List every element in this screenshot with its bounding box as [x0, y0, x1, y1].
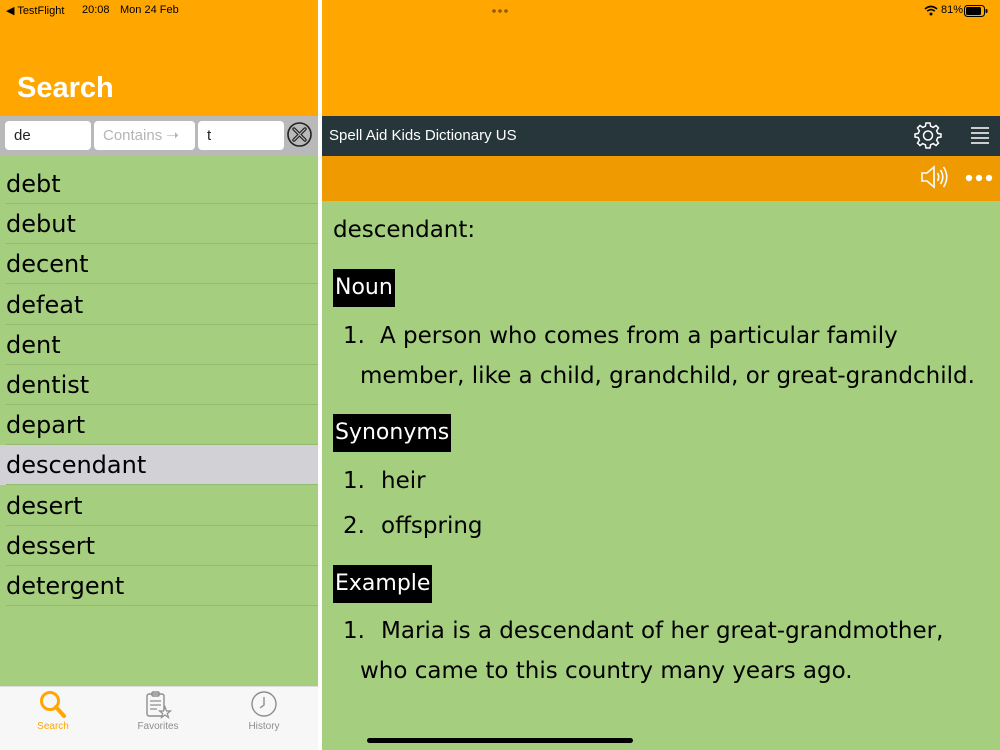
- wifi-icon: [924, 5, 938, 16]
- synonym-1[interactable]: heir: [381, 468, 426, 494]
- word-list-item-label: dent: [6, 330, 61, 359]
- tab-favorites-label: Favorites: [137, 721, 179, 732]
- search-title: Search: [17, 72, 114, 104]
- speaker-icon: [921, 165, 948, 189]
- word-list-item-label: depart: [6, 411, 86, 440]
- clear-search-button[interactable]: [286, 121, 313, 148]
- clear-circle-x-icon: [287, 122, 312, 147]
- synonym-2-number: 2.: [343, 513, 365, 539]
- more-dots-icon: [965, 174, 993, 182]
- definition-content: descendant: Noun 1. A person who comes f…: [322, 201, 1000, 750]
- word-list-item[interactable]: decent: [0, 244, 318, 285]
- battery-icon: [964, 5, 988, 17]
- magnifier-icon: [40, 691, 66, 718]
- word-list-item-label: decent: [6, 250, 89, 279]
- search-header: ◀ TestFlight 20:08 Mon 24 Feb Search: [0, 0, 318, 116]
- word-list-item-label: detergent: [6, 572, 125, 600]
- clock-icon: [251, 691, 277, 717]
- word-list-item-label: descendant: [6, 451, 147, 480]
- word-list: debt debut decent defeat dent dentist depart de…: [0, 155, 318, 686]
- more-options-button[interactable]: [965, 172, 993, 184]
- tab-favorites[interactable]: Favorites: [113, 687, 203, 750]
- app-nav-bar: Spell Aid Kids Dictionary US: [322, 116, 1000, 156]
- word-list-item[interactable]: descendant: [0, 445, 318, 486]
- clipboard-star-icon: [146, 691, 172, 720]
- status-time: 20:08: [82, 4, 110, 16]
- pronounce-button[interactable]: [920, 162, 948, 192]
- home-indicator: [367, 738, 633, 743]
- multitasking-dots-icon[interactable]: [490, 0, 510, 20]
- status-date: Mon 24 Feb: [120, 4, 179, 16]
- tab-search-label: Search: [37, 721, 69, 732]
- battery-percent: 81%: [941, 4, 964, 16]
- synonym-2[interactable]: offspring: [381, 513, 483, 539]
- word-list-item[interactable]: desert: [0, 486, 318, 526]
- word-list-item[interactable]: detergent: [0, 566, 318, 606]
- definition-header: 81%: [322, 0, 1000, 116]
- example-line2: who came to this country many years ago.: [360, 658, 853, 684]
- back-to-testflight[interactable]: ◀ TestFlight: [6, 4, 64, 17]
- definition-pane: 81% Spell Aid Kids Dictionary US descend…: [322, 0, 1000, 750]
- word-list-item[interactable]: defeat: [0, 285, 318, 325]
- match-mode-select[interactable]: Contains ➝: [94, 121, 195, 150]
- word-list-item[interactable]: dent: [0, 325, 318, 365]
- example-number: 1.: [343, 618, 365, 644]
- noun-def-number: 1.: [343, 323, 365, 349]
- headword: descendant:: [333, 217, 476, 243]
- prefix-input[interactable]: de: [5, 121, 91, 150]
- word-list-item-label: dessert: [6, 531, 96, 560]
- example-line1: Maria is a descendant of her great-grand…: [381, 618, 944, 644]
- word-list-item-label: debut: [6, 210, 76, 239]
- tab-history-label: History: [248, 721, 280, 732]
- gear-icon: [914, 122, 942, 149]
- tab-bar: Search Favorites History: [0, 686, 318, 750]
- word-list-item-label: debt: [6, 170, 61, 198]
- word-list-item-label: dentist: [6, 371, 90, 399]
- synonym-1-number: 1.: [343, 468, 365, 494]
- noun-definition-line1: A person who comes from a particular fam…: [380, 323, 898, 349]
- suffix-input[interactable]: t: [198, 121, 284, 150]
- tab-history[interactable]: History: [219, 687, 309, 750]
- search-pane: ◀ TestFlight 20:08 Mon 24 Feb Search de …: [0, 0, 318, 750]
- menu-button[interactable]: [970, 126, 990, 144]
- word-list-item[interactable]: dessert: [0, 526, 318, 566]
- app-title: Spell Aid Kids Dictionary US: [329, 127, 517, 144]
- noun-definition-line2: member, like a child, grandchild, or gre…: [360, 363, 975, 389]
- word-list-item[interactable]: debut: [0, 204, 318, 245]
- word-action-bar: [322, 156, 1000, 201]
- row-separator: [6, 605, 318, 606]
- hamburger-menu-icon: [971, 127, 989, 144]
- settings-button[interactable]: [914, 121, 942, 149]
- synonyms-label: Synonyms: [333, 414, 452, 452]
- word-list-item[interactable]: dentist: [0, 365, 318, 405]
- word-list-item[interactable]: debt: [0, 164, 318, 204]
- noun-label: Noun: [333, 269, 395, 307]
- example-label: Example: [333, 565, 433, 603]
- word-list-item-label: desert: [6, 491, 83, 520]
- word-list-item[interactable]: depart: [0, 405, 318, 446]
- word-list-item-label: defeat: [6, 290, 84, 319]
- search-bar: de Contains ➝ t: [0, 116, 318, 155]
- tab-search[interactable]: Search: [8, 687, 98, 750]
